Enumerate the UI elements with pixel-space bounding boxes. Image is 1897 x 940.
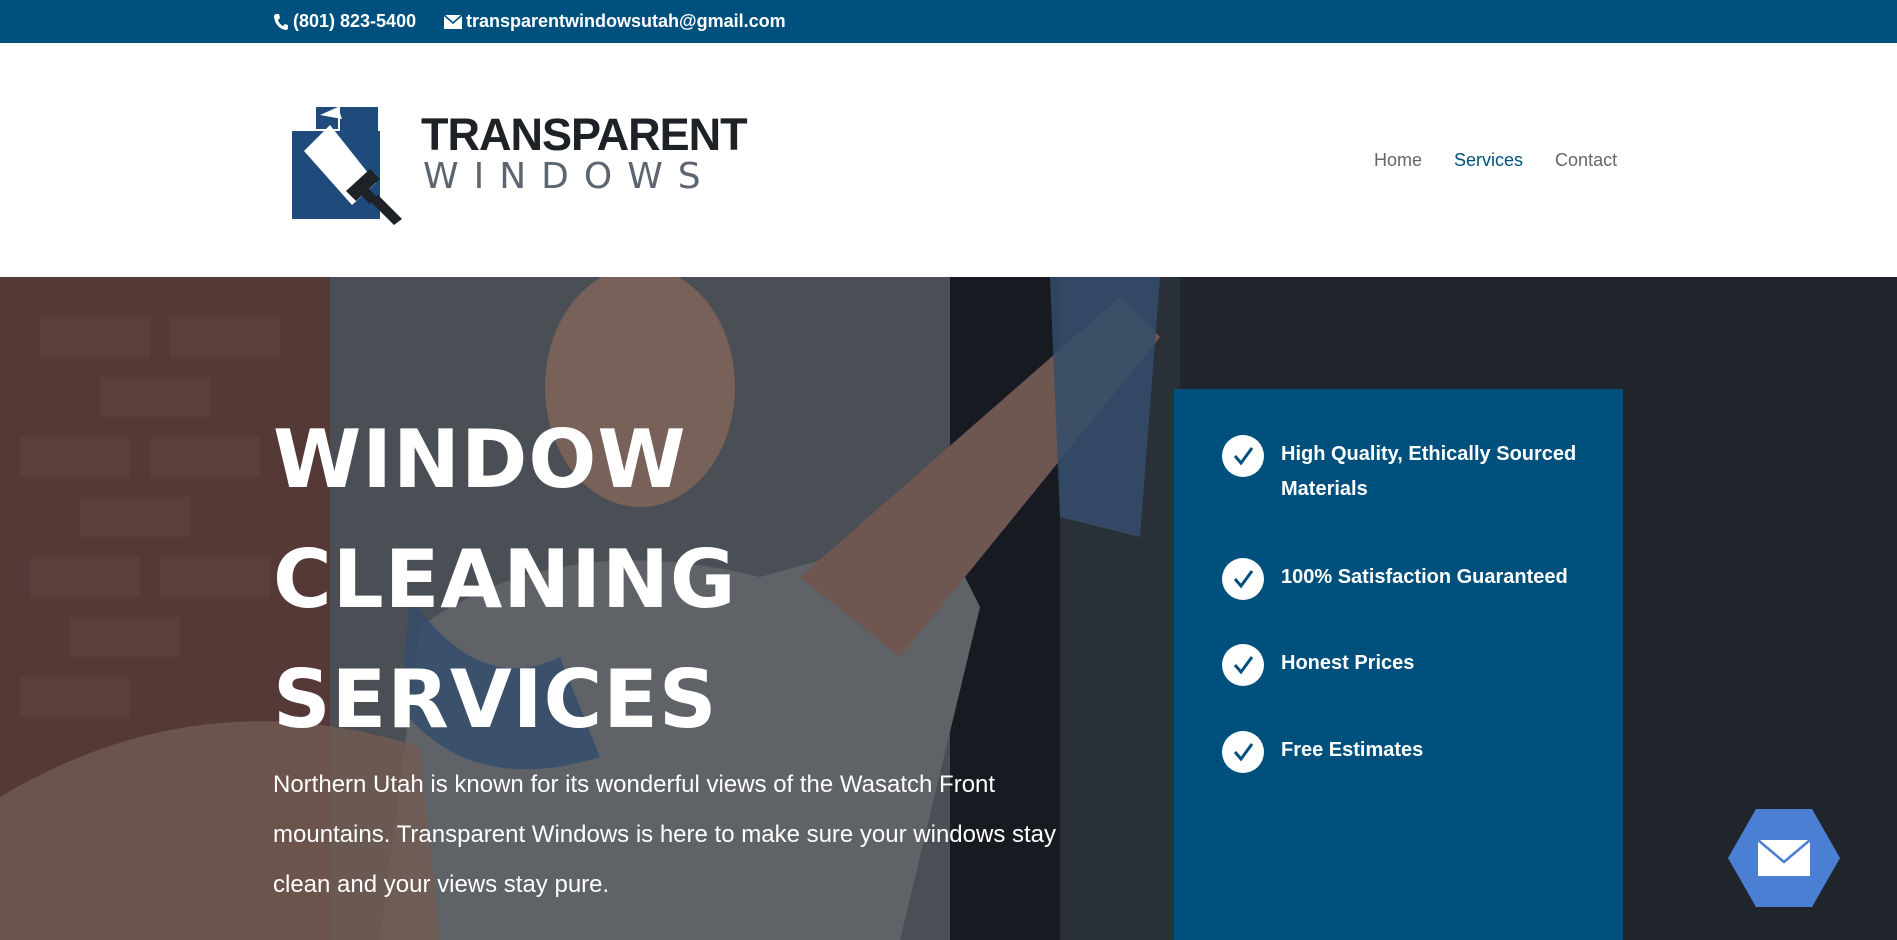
nav-home[interactable]: Home: [1374, 150, 1422, 171]
feature-label: Honest Prices: [1281, 652, 1415, 674]
hero-title-line: CLEANING: [273, 533, 737, 626]
email-link[interactable]: transparentwindowsutah@gmail.com: [444, 11, 786, 32]
features-box: High Quality, Ethically Sourced Material…: [1174, 389, 1623, 940]
hero-description: Northern Utah is known for its wonderful…: [273, 771, 1057, 898]
feature-item: High Quality, Ethically Sourced Material…: [1222, 435, 1601, 507]
feature-item: 100% Satisfaction Guaranteed: [1222, 558, 1601, 600]
checkmark-icon: [1222, 558, 1264, 600]
feature-item: Honest Prices: [1222, 644, 1601, 686]
feature-label: High Quality, Ethically Sourced Material…: [1281, 443, 1577, 500]
hero-title-line: WINDOW: [273, 413, 687, 506]
logo-squeegee-icon: [292, 107, 402, 225]
nav-services[interactable]: Services: [1454, 150, 1523, 171]
hero-title-line: SERVICES: [273, 653, 718, 746]
floating-contact-button[interactable]: [1728, 809, 1840, 907]
hero-title: WINDOW CLEANING SERVICES: [273, 400, 833, 760]
feature-label: Free Estimates: [1281, 739, 1424, 761]
logo-text-transparent: TRANSPARENT: [421, 109, 748, 160]
main-nav: Home Services Contact: [1374, 150, 1617, 171]
site-header: TRANSPARENT WINDOWS Home Services Contac…: [0, 43, 1897, 277]
logo[interactable]: TRANSPARENT WINDOWS: [290, 105, 748, 225]
checkmark-icon: [1222, 731, 1264, 773]
phone-number: (801) 823-5400: [293, 11, 417, 31]
checkmark-icon: [1222, 435, 1264, 477]
phone-link[interactable]: (801) 823-5400: [273, 11, 416, 32]
nav-contact[interactable]: Contact: [1555, 150, 1617, 171]
hero-section: WINDOW CLEANING SERVICES Northern Utah i…: [0, 277, 1897, 940]
logo-text-windows: WINDOWS: [423, 156, 716, 197]
email-address: transparentwindowsutah@gmail.com: [466, 11, 786, 31]
feature-item: Free Estimates: [1222, 731, 1601, 773]
envelope-icon: [444, 14, 462, 29]
envelope-icon: [1757, 839, 1811, 876]
phone-icon: [274, 13, 288, 30]
checkmark-icon: [1222, 644, 1264, 686]
feature-label: 100% Satisfaction Guaranteed: [1281, 566, 1568, 588]
top-contact-bar: (801) 823-5400 transparentwindowsutah@gm…: [0, 0, 1897, 43]
